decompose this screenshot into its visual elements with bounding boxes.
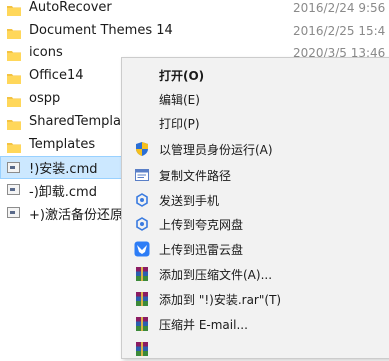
menu-item-label: 上传到迅雷云盘 [159, 242, 244, 257]
menu-item-add-to-rar[interactable]: 添加到 "!)安装.rar"(T) [122, 287, 389, 311]
file-name: AutoRecover [29, 0, 112, 15]
menu-item-print[interactable]: 打印(P) [122, 111, 389, 135]
menu-item-copy-path[interactable]: 复制文件路径 [122, 163, 389, 187]
menu-item-partial[interactable] [122, 337, 389, 361]
menu-item-upload-quark[interactable]: 上传到夸克网盘 [122, 212, 389, 236]
folder-icon [7, 23, 21, 39]
file-name: ospp [29, 91, 61, 106]
file-name: icons [29, 45, 63, 60]
menu-item-label: 添加到压缩文件(A)... [159, 267, 273, 282]
file-date: 2016/2/25 15:4 [293, 23, 386, 38]
menu-item-run-as-admin[interactable]: 以管理员身份运行(A) [122, 137, 389, 161]
folder-icon [7, 0, 21, 16]
folder-icon [7, 91, 21, 107]
xunlei-bird-icon [134, 241, 150, 257]
file-date: 2016/2/24 9:56 [293, 0, 386, 15]
file-name: -)卸载.cmd [29, 185, 97, 200]
folder-icon [7, 68, 21, 84]
file-name: Document Themes 14 [29, 23, 173, 38]
menu-item-send-to-phone[interactable]: 发送到手机 [122, 188, 389, 212]
winrar-icon [134, 266, 150, 282]
menu-item-add-to-archive[interactable]: 添加到压缩文件(A)... [122, 262, 389, 286]
menu-item-upload-xunlei[interactable]: 上传到迅雷云盘 [122, 237, 389, 261]
cmd-file-icon [7, 183, 21, 197]
list-item[interactable]: Document Themes 14 2016/2/25 15:4 [0, 19, 389, 42]
menu-item-label: 打开(O) [159, 68, 205, 83]
list-item[interactable]: AutoRecover 2016/2/24 9:56 [0, 0, 389, 19]
menu-item-label: 打印(P) [159, 116, 200, 131]
context-menu: 打开(O) 编辑(E) 打印(P) 以管理员身份运行(A) 复制文件路径 发送到… [121, 57, 389, 359]
file-name: Templates [29, 137, 96, 152]
copy-path-icon [134, 167, 150, 183]
folder-icon [7, 114, 21, 130]
list-item-selected[interactable]: !)安装.cmd [0, 156, 123, 179]
shield-icon [134, 141, 150, 157]
winrar-icon [134, 316, 150, 332]
menu-item-label: 添加到 "!)安装.rar"(T) [159, 292, 282, 307]
menu-item-open[interactable]: 打开(O) [122, 63, 389, 87]
menu-item-label: 发送到手机 [159, 193, 220, 208]
file-name: Office14 [29, 68, 84, 83]
cloud-phone-icon [134, 192, 150, 208]
file-name: +)激活备份还原 [29, 208, 123, 223]
folder-icon [7, 45, 21, 61]
menu-item-compress-email[interactable]: 压缩并 E-mail... [122, 312, 389, 336]
winrar-icon [134, 341, 150, 357]
cloud-upload-icon [134, 216, 150, 232]
menu-item-label: 上传到夸克网盘 [159, 217, 244, 232]
winrar-icon [134, 291, 150, 307]
menu-item-label: 复制文件路径 [159, 168, 232, 183]
cmd-file-icon [7, 206, 21, 220]
menu-item-edit[interactable]: 编辑(E) [122, 87, 389, 111]
menu-item-label: 以管理员身份运行(A) [159, 142, 273, 157]
folder-icon [7, 137, 21, 153]
cmd-file-icon [7, 161, 21, 175]
file-name: SharedTemplat [29, 114, 127, 129]
menu-item-label: 压缩并 E-mail... [159, 317, 248, 332]
menu-item-label: 编辑(E) [159, 92, 200, 107]
file-name: !)安装.cmd [29, 162, 98, 177]
